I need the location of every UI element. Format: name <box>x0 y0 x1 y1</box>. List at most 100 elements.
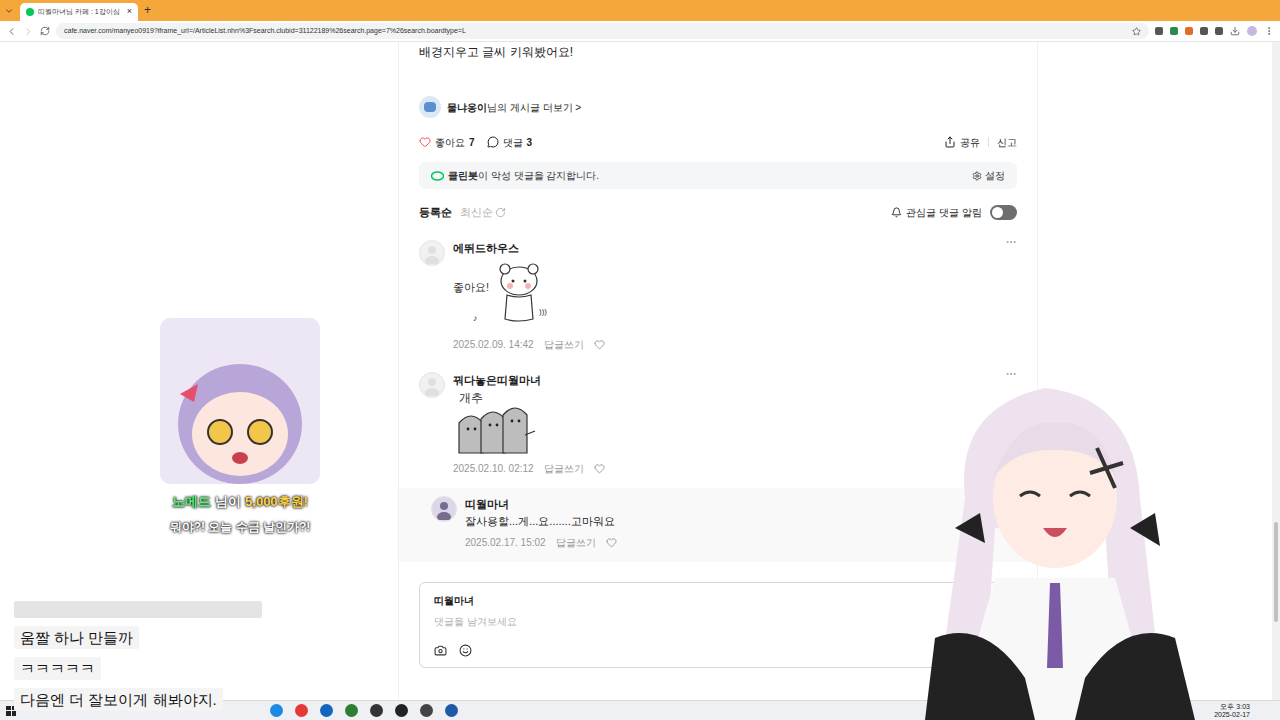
cleanbot-bar: 클린봇이 악성 댓글을 감지합니다. 설정 <box>419 162 1017 189</box>
menu-icon[interactable] <box>1264 26 1274 36</box>
bookmark-icon[interactable] <box>1132 27 1141 36</box>
comment-avatar[interactable] <box>419 240 445 266</box>
donation-message: 뭐야?! 오늘 수금 날인가?! <box>170 518 311 536</box>
extension-icon[interactable] <box>1215 27 1223 35</box>
sort-option[interactable]: 등록순 <box>419 204 452 221</box>
comment-more-icon[interactable] <box>1005 236 1017 248</box>
taskbar-app-icon[interactable] <box>445 704 458 717</box>
taskbar-app-icon[interactable] <box>345 704 358 717</box>
post-text: 배경지우고 글씨 키워봤어요! <box>419 42 1017 60</box>
chibi-character-icon <box>170 354 310 484</box>
address-bar: cafe.naver.com/manyeo0919?iframe_url=/Ar… <box>0 21 1280 42</box>
forward-icon[interactable] <box>23 26 34 37</box>
taskbar-app-icon[interactable] <box>295 704 308 717</box>
action-row: 좋아요 7 댓글 3 공유 신고 <box>419 135 1017 149</box>
user-icon <box>433 498 455 520</box>
tab-favicon-icon <box>26 8 34 16</box>
bear-sticker-icon: ))) ♪ <box>469 259 549 329</box>
profile-icon[interactable] <box>1247 26 1257 36</box>
tab-strip: 띠월마녀님 카페 : 1강이심× + <box>0 0 1280 21</box>
donation-image <box>160 318 320 484</box>
browser-tab[interactable]: 띠월마녀님 카페 : 1강이심× <box>20 3 138 21</box>
extension-icon[interactable] <box>1200 27 1208 35</box>
cleanbot-settings[interactable]: 설정 <box>972 168 1005 183</box>
comment-avatar[interactable] <box>419 372 445 398</box>
comment-like-icon[interactable] <box>594 339 605 350</box>
report-button[interactable]: 신고 <box>997 135 1017 150</box>
comment-list: 에뛰드하우스)))♪좋아요!2025.02.09. 14:42답글쓰기꿔다놓은띠… <box>419 232 1017 562</box>
scrollbar[interactable] <box>1272 42 1280 700</box>
comment-author[interactable]: 꿔다놓은띠월마녀 <box>453 373 605 387</box>
notify-label: 관심글 댓글 알림 <box>906 205 982 220</box>
camera-icon[interactable] <box>434 644 447 657</box>
svg-text:))): ))) <box>539 307 547 316</box>
taskbar-time: 오후 3:03 <box>1220 703 1250 711</box>
svg-text:♪: ♪ <box>473 313 478 323</box>
comment-more-icon[interactable] <box>1005 368 1017 380</box>
heart-icon <box>419 136 431 148</box>
gear-icon <box>972 171 982 181</box>
comment-date: 2025.02.17. 15:02 <box>465 535 546 550</box>
taskbar-date: 2025-02-17 <box>1214 711 1250 719</box>
comment: 꿔다놓은띠월마녀개추 2025.02.10. 02:12 답글쓰기 <box>419 364 1017 488</box>
sort-row: 등록순 최신순 관심글 댓글 알림 <box>419 204 1017 220</box>
sticker: 개추 <box>453 391 605 455</box>
comment-author[interactable]: 에뛰드하우스 <box>453 241 605 255</box>
chat-message: 움짤 하나 만들까 <box>14 626 139 649</box>
comment-avatar[interactable] <box>431 496 457 522</box>
vtuber-avatar-icon <box>925 378 1205 720</box>
like-button[interactable]: 좋아요 7 <box>419 135 475 150</box>
comment-date: 2025.02.10. 02:12 <box>453 461 534 476</box>
comment-box[interactable]: 띠월마녀댓글을 남겨보세요 <box>419 582 1017 668</box>
emoji-icon[interactable] <box>459 644 472 657</box>
donation-alert: 노메드님이5,000후원! 뭐야?! 오늘 수금 날인가?! <box>140 318 340 536</box>
user-icon <box>421 242 443 264</box>
share-button[interactable]: 공유 <box>944 135 980 150</box>
sort-option[interactable]: 최신순 <box>460 204 493 221</box>
cleanbot-icon <box>431 171 444 181</box>
taskbar-app-icon[interactable] <box>270 704 283 717</box>
ghosts-sticker-icon <box>453 405 537 455</box>
extension-icon[interactable] <box>1185 27 1193 35</box>
comment-text: 잘사용할...게...요.......고마워요 <box>465 513 617 529</box>
taskbar-app-icon[interactable] <box>395 704 408 717</box>
chat-message: ㅋㅋㅋㅋㅋ <box>14 657 101 680</box>
refresh-icon[interactable] <box>495 207 506 218</box>
back-icon[interactable] <box>6 26 17 37</box>
author-avatar <box>419 96 441 118</box>
reply-button[interactable]: 답글쓰기 <box>544 337 584 352</box>
author-more-link[interactable]: 물냐옹이님의 게시글 더보기 > <box>419 96 1017 118</box>
download-icon[interactable] <box>1230 26 1240 36</box>
comment: 띠월마녀잘사용할...게...요.......고마워요 2025.02.17. 1… <box>399 488 1037 562</box>
comment-author[interactable]: 띠월마녀 <box>465 497 617 511</box>
new-tab-button[interactable]: + <box>144 1 151 19</box>
extension-icon[interactable] <box>1170 27 1178 35</box>
reply-button[interactable]: 답글쓰기 <box>556 535 596 550</box>
tab-close[interactable]: × <box>127 5 132 19</box>
reload-icon[interactable] <box>40 26 50 36</box>
comment-like-icon[interactable] <box>606 537 617 548</box>
screen: 띠월마녀님 카페 : 1강이심× + cafe.naver.com/manyeo09… <box>0 0 1280 720</box>
comment-box-user: 띠월마녀 <box>434 593 1002 608</box>
comment: 에뛰드하우스)))♪좋아요!2025.02.09. 14:42답글쓰기 <box>419 232 1017 364</box>
url-field[interactable]: cafe.naver.com/manyeo0919?iframe_url=/Ar… <box>56 23 1149 39</box>
cleanbot-text: 클린봇이 악성 댓글을 감지합니다. <box>448 168 599 183</box>
share-icon <box>944 136 956 148</box>
sticker: )))♪좋아요! <box>453 259 543 331</box>
user-icon <box>421 374 443 396</box>
bell-icon <box>891 207 902 218</box>
taskbar-app-icon[interactable] <box>370 704 383 717</box>
extension-icon[interactable] <box>1155 27 1163 35</box>
comment-like-icon[interactable] <box>594 463 605 474</box>
tab-menu-icon[interactable] <box>4 6 14 16</box>
taskbar-app-icon[interactable] <box>420 704 433 717</box>
taskbar-app-icon[interactable] <box>320 704 333 717</box>
chat-message: 다음엔 더 잘보이게 해봐야지. <box>14 688 223 711</box>
article: 배경지우고 글씨 키워봤어요! 물냐옹이님의 게시글 더보기 > 좋아요 7 댓글 3… <box>398 42 1038 700</box>
chat-overlay: 움짤 하나 만들까 ㅋㅋㅋㅋㅋ 다음엔 더 잘보이게 해봐야지. <box>14 601 262 711</box>
donation-text: 노메드님이5,000후원! <box>172 492 308 512</box>
comment-count[interactable]: 댓글 3 <box>487 135 533 150</box>
notify-toggle[interactable] <box>990 205 1017 220</box>
reply-button[interactable]: 답글쓰기 <box>544 461 584 476</box>
comment-input[interactable]: 댓글을 남겨보세요 <box>434 614 1002 629</box>
